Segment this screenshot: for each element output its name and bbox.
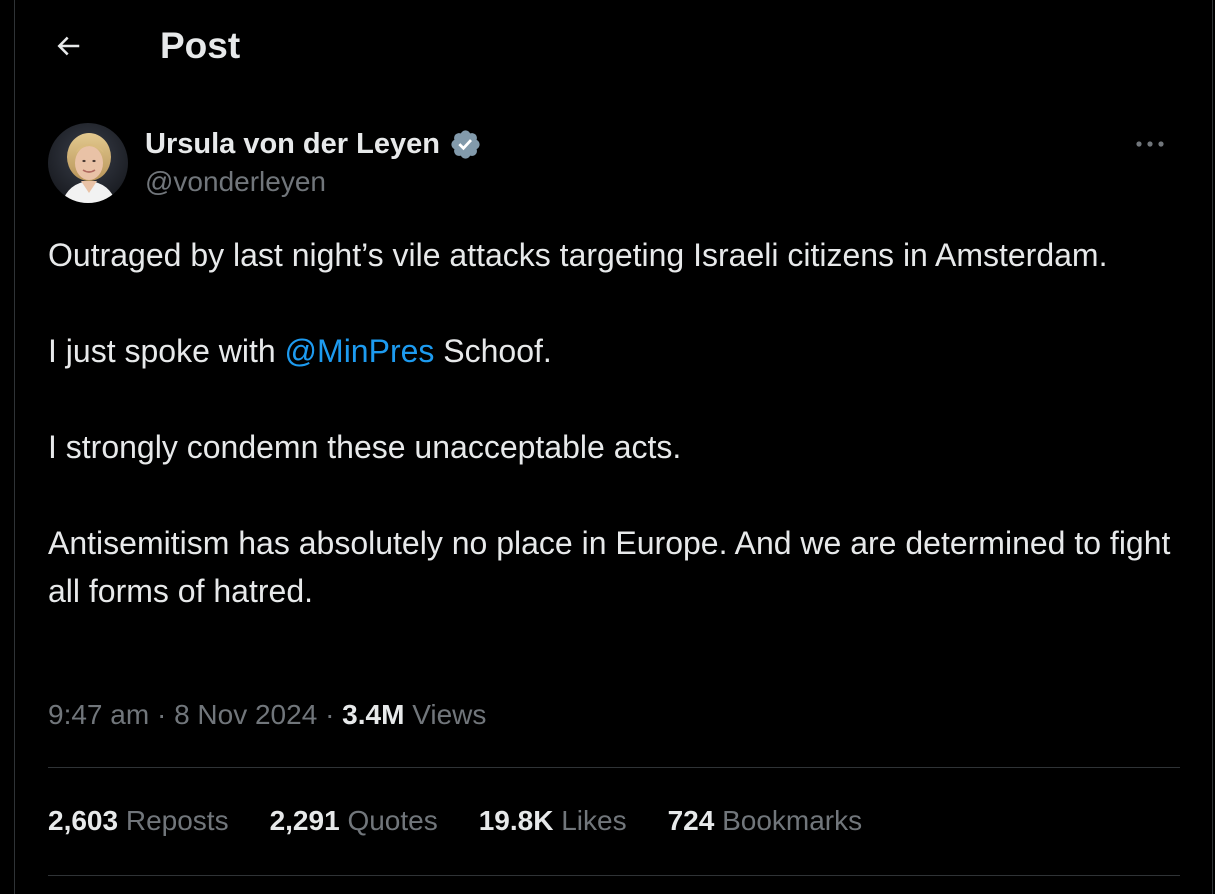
post-text: Outraged by last night’s vile attacks ta…	[48, 231, 1188, 615]
likes-label: Likes	[561, 805, 627, 836]
likes-stat[interactable]: 19.8K Likes	[479, 805, 627, 837]
post-paragraph: I strongly condemn these unacceptable ac…	[48, 429, 682, 465]
post-paragraph: Outraged by last night’s vile attacks ta…	[48, 237, 1108, 273]
quotes-stat[interactable]: 2,291 Quotes	[270, 805, 438, 837]
author-handle[interactable]: @vonderleyen	[145, 164, 326, 200]
post-date[interactable]: 8 Nov 2024	[174, 699, 317, 730]
quotes-label: Quotes	[347, 805, 438, 836]
avatar-image	[48, 123, 128, 203]
views-count[interactable]: 3.4M	[342, 699, 404, 730]
reposts-label: Reposts	[125, 805, 229, 836]
back-button[interactable]	[46, 24, 90, 68]
more-horizontal-icon	[1136, 141, 1164, 147]
post-time[interactable]: 9:47 am	[48, 699, 149, 730]
views-label: Views	[412, 699, 487, 730]
reposts-stat[interactable]: 2,603 Reposts	[48, 805, 229, 837]
engagement-stats: 2,603 Reposts 2,291 Quotes 19.8K Likes 7…	[48, 801, 903, 841]
post-text-segment: I just spoke with	[48, 333, 285, 369]
page-title: Post	[160, 25, 241, 66]
meta-separator: ·	[156, 699, 167, 730]
divider	[48, 875, 1180, 876]
post-text-segment: Schoof.	[434, 333, 552, 369]
verified-badge-icon[interactable]	[449, 128, 482, 161]
post-paragraph: I just spoke with @MinPres Schoof.	[48, 327, 1188, 375]
quotes-count: 2,291	[269, 805, 340, 836]
likes-count: 19.8K	[478, 805, 554, 836]
avatar[interactable]	[48, 123, 128, 203]
post-paragraph: Antisemitism has absolutely no place in …	[48, 525, 1171, 609]
arrow-left-icon	[57, 36, 80, 56]
more-options-button[interactable]	[1130, 126, 1170, 162]
meta-separator: ·	[325, 699, 335, 730]
reposts-count: 2,603	[48, 805, 119, 836]
bookmarks-stat[interactable]: 724 Bookmarks	[668, 805, 863, 837]
page-header: Post	[0, 0, 1215, 94]
post-meta: 9:47 am · 8 Nov 2024 · 3.4M Views	[48, 695, 486, 735]
author-display-name[interactable]: Ursula von der Leyen	[145, 128, 440, 161]
bookmarks-count: 724	[667, 805, 715, 836]
divider	[48, 767, 1180, 768]
mention-link[interactable]: @MinPres	[285, 333, 435, 369]
author-name-row: Ursula von der Leyen	[145, 124, 482, 164]
bookmarks-label: Bookmarks	[722, 805, 863, 836]
